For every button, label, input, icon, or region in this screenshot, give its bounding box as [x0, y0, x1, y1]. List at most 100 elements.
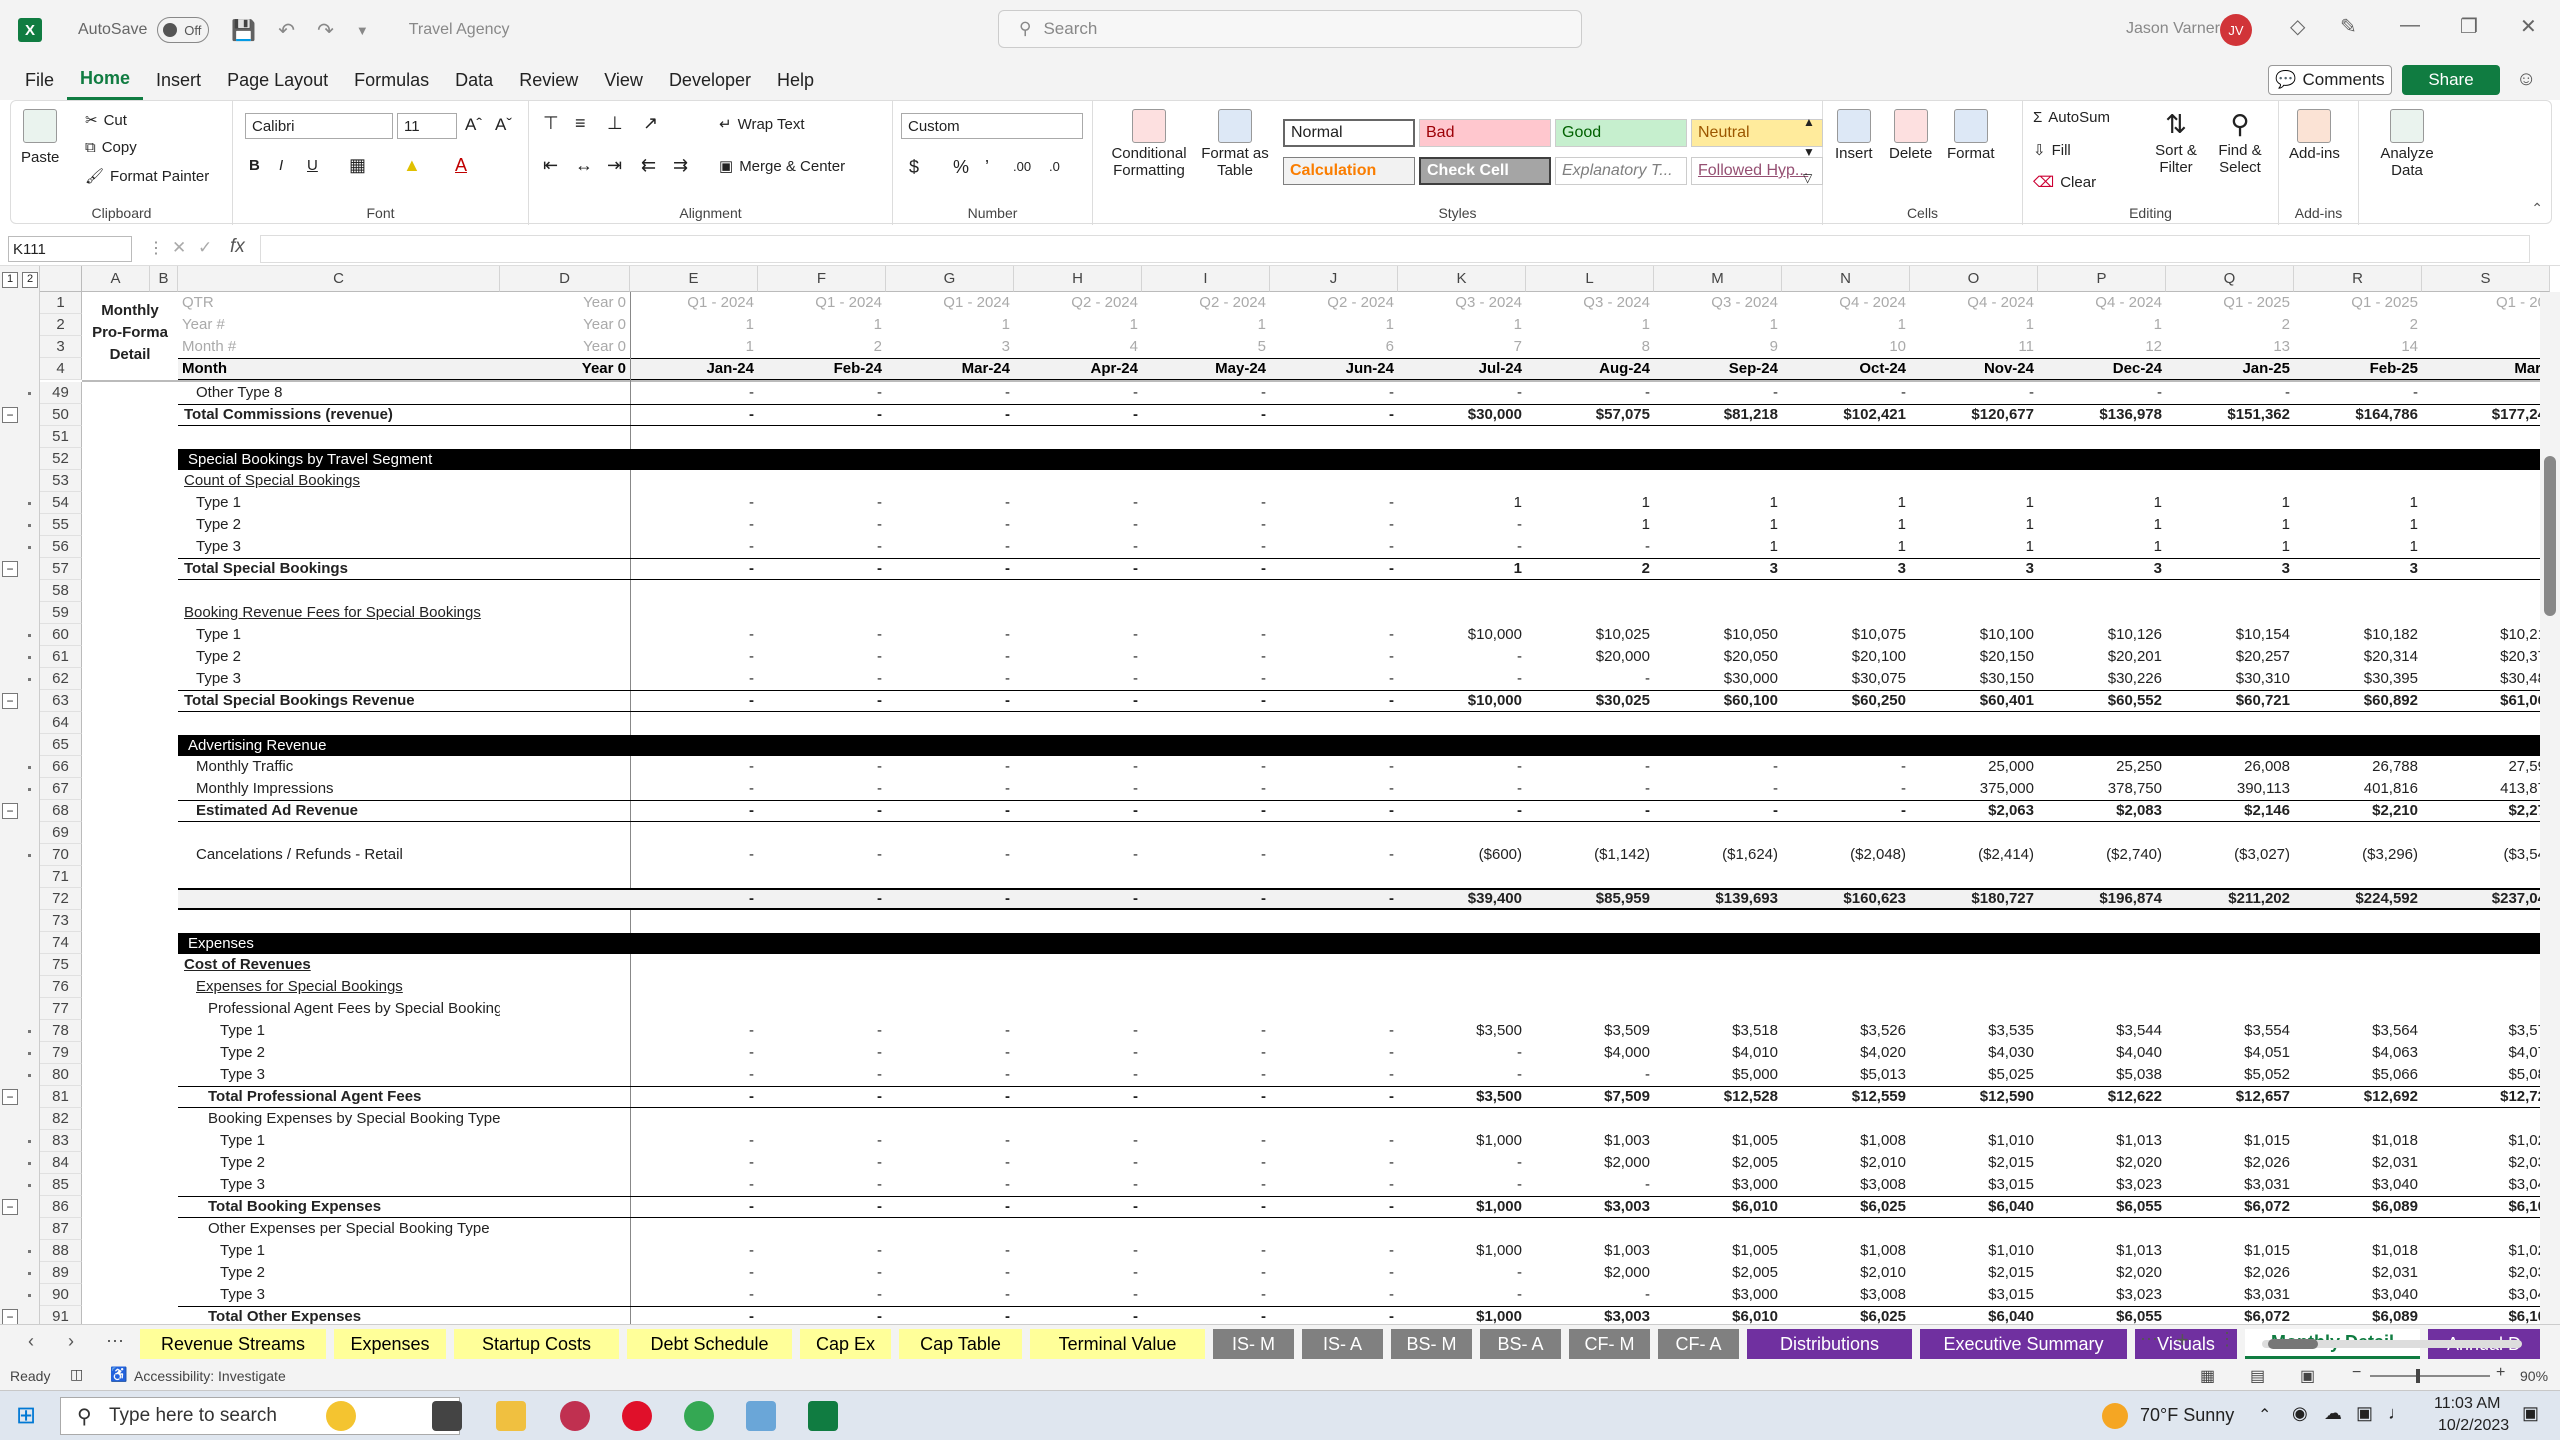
delete-cells-button[interactable]: Delete: [1889, 109, 1932, 162]
row-header[interactable]: 72: [40, 888, 82, 910]
outline-level-1[interactable]: 1: [2, 272, 18, 288]
zoom-out-icon[interactable]: −: [2352, 1364, 2361, 1382]
column-header-n[interactable]: N: [1782, 266, 1910, 292]
pen-icon[interactable]: ✎: [2340, 14, 2357, 39]
addins-button[interactable]: Add-ins: [2289, 109, 2340, 162]
user-name[interactable]: Jason Varner: [2126, 20, 2220, 38]
style-good[interactable]: Good: [1555, 119, 1687, 147]
row-header[interactable]: 69: [40, 822, 82, 844]
column-header-f[interactable]: F: [758, 266, 886, 292]
font-name-select[interactable]: Calibri: [245, 113, 393, 139]
row-header[interactable]: 58: [40, 580, 82, 602]
row-header[interactable]: 90: [40, 1284, 82, 1306]
increase-decimal-icon[interactable]: .00: [1013, 159, 1031, 174]
row-header[interactable]: 70: [40, 844, 82, 866]
tabs-options-icon[interactable]: ⋮: [2218, 1329, 2236, 1350]
wrap-text-button[interactable]: ↵ Wrap Text: [719, 115, 805, 134]
column-header-d[interactable]: D: [500, 266, 630, 292]
row-header[interactable]: 71: [40, 866, 82, 888]
row-header[interactable]: 81: [40, 1086, 82, 1108]
menu-data[interactable]: Data: [442, 60, 506, 100]
clock-time[interactable]: 11:03 AM: [2434, 1395, 2500, 1413]
row-header[interactable]: 88: [40, 1240, 82, 1262]
select-all-corner[interactable]: [40, 266, 82, 292]
currency-icon[interactable]: $: [909, 157, 919, 178]
row-header[interactable]: 1: [40, 292, 82, 314]
sort-filter-button[interactable]: ⇅ Sort & Filter: [2149, 109, 2203, 176]
app-icon[interactable]: [746, 1401, 776, 1431]
enter-icon[interactable]: ✓: [198, 238, 212, 258]
diamond-icon[interactable]: ◇: [2290, 14, 2305, 39]
next-sheet-icon[interactable]: ›: [68, 1331, 74, 1352]
row-header[interactable]: 55: [40, 514, 82, 536]
sheet-tab-cf-a[interactable]: CF- A: [1658, 1329, 1739, 1359]
column-header-q[interactable]: Q: [2166, 266, 2294, 292]
outline-collapse-button[interactable]: −: [2, 1309, 18, 1324]
find-select-button[interactable]: ⚲ Find & Select: [2213, 109, 2267, 176]
column-header-j[interactable]: J: [1270, 266, 1398, 292]
outline-collapse-button[interactable]: −: [2, 1089, 18, 1105]
document-title[interactable]: Travel Agency: [409, 21, 510, 39]
function-icon[interactable]: fx: [230, 236, 245, 258]
number-format-select[interactable]: Custom: [901, 113, 1083, 139]
align-left-icon[interactable]: ⇤: [543, 155, 558, 176]
spreadsheet-grid[interactable]: 1 2− − − − − − − A B C D E F G H I J K L M N O P Q R S 1 QTR Year 0Q…: [0, 266, 2560, 1324]
copy-button[interactable]: ⧉ Copy: [85, 139, 137, 156]
align-right-icon[interactable]: ⇥: [607, 155, 622, 176]
row-header[interactable]: 49: [40, 382, 82, 404]
row-header[interactable]: 65: [40, 734, 82, 756]
weather-icon[interactable]: [2102, 1403, 2128, 1429]
align-center-icon[interactable]: ↔: [575, 155, 593, 176]
styles-scroll-up-icon[interactable]: ▲: [1803, 115, 1815, 129]
search-box[interactable]: ⚲ Search: [998, 10, 1582, 48]
sheet-tab-cap-table[interactable]: Cap Table: [899, 1329, 1022, 1359]
column-header-l[interactable]: L: [1526, 266, 1654, 292]
sheet-tab-bs-a[interactable]: BS- A: [1480, 1329, 1561, 1359]
column-header-k[interactable]: K: [1398, 266, 1526, 292]
task-view-icon[interactable]: [432, 1401, 462, 1431]
notifications-icon[interactable]: ▣: [2522, 1403, 2539, 1424]
row-header[interactable]: 77: [40, 998, 82, 1020]
autosum-button[interactable]: Σ AutoSum: [2033, 109, 2110, 126]
row-header[interactable]: 82: [40, 1108, 82, 1130]
add-sheet-icon[interactable]: +: [2176, 1327, 2189, 1353]
insert-cells-button[interactable]: Insert: [1835, 109, 1873, 162]
weather-text[interactable]: 70°F Sunny: [2140, 1405, 2234, 1426]
fill-button[interactable]: ⇩ Fill: [2033, 141, 2071, 160]
bold-icon[interactable]: B: [249, 157, 260, 174]
orientation-icon[interactable]: ↗: [643, 113, 658, 134]
volume-icon[interactable]: ♩: [2388, 1403, 2406, 1424]
page-layout-view-icon[interactable]: ▤: [2250, 1366, 2265, 1386]
opera-icon[interactable]: [622, 1401, 652, 1431]
row-header[interactable]: 91: [40, 1306, 82, 1324]
decrease-decimal-icon[interactable]: .0: [1049, 159, 1060, 174]
redo-icon[interactable]: ↷: [317, 18, 334, 43]
row-header[interactable]: 66: [40, 756, 82, 778]
collapse-ribbon-icon[interactable]: ⌃: [2531, 200, 2543, 217]
sheet-tab-expenses[interactable]: Expenses: [334, 1329, 446, 1359]
format-painter-button[interactable]: 🖌 Format Painter: [85, 167, 209, 186]
styles-more-icon[interactable]: ▽: [1803, 171, 1812, 185]
borders-icon[interactable]: ▦: [349, 155, 366, 176]
column-header-p[interactable]: P: [2038, 266, 2166, 292]
cloud-icon[interactable]: ☁: [2324, 1403, 2342, 1424]
column-header-h[interactable]: H: [1014, 266, 1142, 292]
autosave-toggle[interactable]: Off: [157, 17, 210, 43]
restore-icon[interactable]: ❐: [2460, 14, 2478, 39]
column-header-m[interactable]: M: [1654, 266, 1782, 292]
outline-collapse-button[interactable]: −: [2, 407, 18, 423]
windows-start-icon[interactable]: ⊞: [16, 1401, 36, 1430]
avatar[interactable]: JV: [2220, 14, 2252, 46]
underline-icon[interactable]: U: [307, 157, 318, 174]
outline-collapse-button[interactable]: −: [2, 561, 18, 577]
widgets-flower-icon[interactable]: [326, 1401, 356, 1431]
sheet-tab-is-a[interactable]: IS- A: [1302, 1329, 1383, 1359]
outline-collapse-button[interactable]: −: [2, 693, 18, 709]
row-header[interactable]: 79: [40, 1042, 82, 1064]
row-header[interactable]: 74: [40, 932, 82, 954]
row-header[interactable]: 68: [40, 800, 82, 822]
row-header[interactable]: 80: [40, 1064, 82, 1086]
row-header[interactable]: 63: [40, 690, 82, 712]
decrease-indent-icon[interactable]: ⇇: [641, 155, 656, 176]
style-check-cell[interactable]: Check Cell: [1419, 157, 1551, 185]
